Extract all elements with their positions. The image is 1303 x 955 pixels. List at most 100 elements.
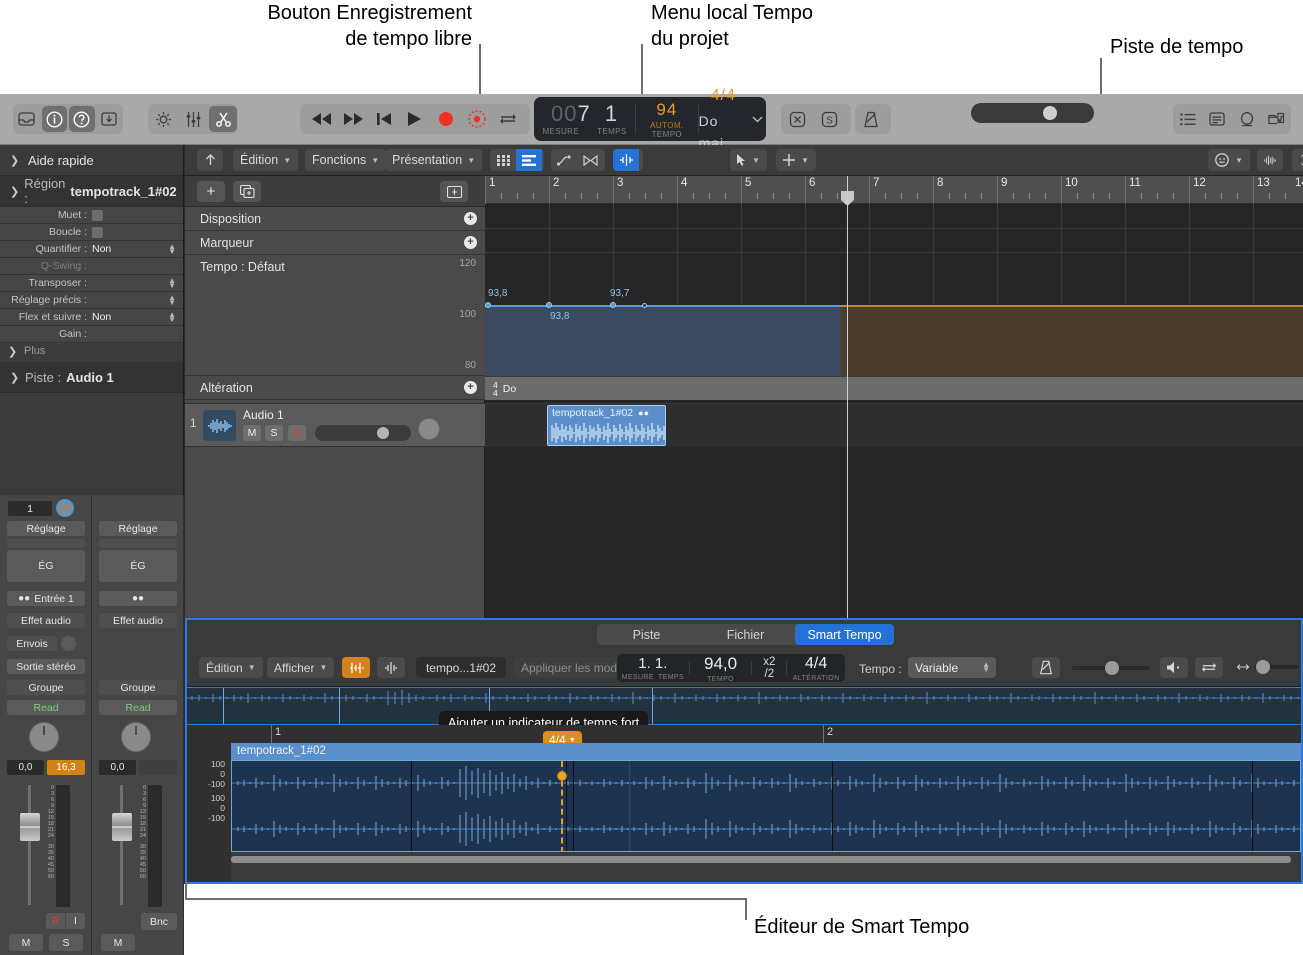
add-icon[interactable]: + [464, 212, 477, 225]
pan-value[interactable]: 16,3 [47, 760, 85, 775]
lcd-signature[interactable]: 4/4 ALTÉRATION [787, 654, 845, 682]
mute-checkbox[interactable] [92, 209, 103, 221]
grid-icon[interactable] [490, 149, 516, 171]
add-track-icon[interactable]: + [197, 181, 225, 202]
loop-checkbox[interactable] [92, 226, 103, 238]
input-monitor-button[interactable]: I [66, 913, 85, 929]
balance-value[interactable] [139, 760, 177, 775]
track-volume-handle[interactable] [377, 427, 389, 439]
mixer-icon[interactable] [179, 106, 207, 132]
param-row-flex-suivre[interactable]: Flex et suivre : Non ▲ ▼ [0, 309, 183, 326]
catch-playhead-icon[interactable]: ▼ [1208, 149, 1250, 171]
stepper-icon[interactable]: ▲ ▼ [168, 243, 176, 256]
track-record-button[interactable]: R [288, 425, 306, 441]
tempo-node[interactable] [546, 302, 552, 308]
play-icon[interactable] [400, 106, 429, 132]
editors-icon[interactable] [209, 106, 237, 132]
beat-marker[interactable] [629, 761, 630, 851]
tempo-track-area[interactable]: 93,8 93,8 93,7 [485, 252, 1303, 376]
menu-presentation[interactable]: Présentation ▼ [385, 149, 483, 171]
param-row-muet[interactable]: Muet : [0, 207, 183, 224]
cycle-icon[interactable] [494, 106, 523, 132]
menu-edition[interactable]: Édition ▼ [233, 149, 299, 171]
beat-marker[interactable] [411, 761, 412, 851]
global-track-disposition[interactable]: Disposition + [185, 207, 485, 231]
multiplier-up[interactable]: x2 [763, 656, 775, 668]
setting-button[interactable]: Réglage [99, 521, 177, 536]
vertical-zoom-icon[interactable] [1292, 149, 1303, 171]
audio-fx-button[interactable]: Effet audio [99, 613, 177, 628]
info-icon[interactable] [41, 106, 67, 132]
editor-zoom-track[interactable] [1254, 660, 1299, 674]
downbeat-handle[interactable] [557, 771, 567, 781]
editor-waveform-area[interactable]: 100 0 -100 100 0 -100 tempotrack_1#02 [187, 725, 1301, 882]
param-row-quantifier[interactable]: Quantifier : Non ▲ ▼ [0, 241, 183, 258]
balance-knob[interactable] [121, 722, 151, 752]
track-mute-button[interactable]: M [243, 425, 261, 441]
time-signature-display[interactable]: 4 4 Do [485, 380, 516, 397]
record-icon[interactable] [432, 106, 461, 132]
group-button[interactable]: Groupe [7, 680, 85, 695]
stepper-icon[interactable]: ▲ ▼ [168, 294, 176, 307]
lcd-position[interactable]: 1. 1. MESURE TEMPS [617, 654, 689, 682]
beat-marker[interactable] [1252, 761, 1253, 851]
tempo-node[interactable] [610, 302, 616, 308]
insert-slot-empty[interactable] [99, 539, 177, 548]
add-icon[interactable]: + [464, 381, 477, 394]
beat-detection-icon[interactable] [342, 657, 370, 678]
lcd-display[interactable]: 007 1 MESURE TEMPS 94 AUTOM. TEMPO 4/4 D… [534, 87, 766, 151]
group-button[interactable]: Groupe [99, 680, 177, 695]
global-track-alteration[interactable]: Altération + [185, 376, 485, 400]
beat-marker[interactable] [573, 761, 574, 851]
tab-fichier[interactable]: Fichier [696, 624, 795, 645]
input-button[interactable]: ●● [99, 591, 177, 606]
pan-knob[interactable] [29, 722, 59, 752]
input-button[interactable]: ●● Entrée 1 [7, 591, 85, 606]
master-volume-track[interactable] [971, 103, 1094, 123]
master-volume-handle[interactable] [1043, 106, 1057, 120]
stepper-icon[interactable]: ▲ ▼ [168, 311, 176, 324]
automation-mode-button[interactable]: Read [99, 700, 177, 715]
browsers-icon[interactable] [1263, 106, 1291, 132]
solo-button[interactable]: S [49, 934, 83, 951]
region-header[interactable]: ❯ Région : tempotrack_1#02 [0, 176, 183, 207]
menu-edition[interactable]: Édition ▼ [199, 657, 263, 678]
audio-track-lane[interactable]: tempotrack_1#02 ●● [485, 403, 1303, 447]
fade-icon[interactable] [577, 149, 603, 171]
click-volume-handle[interactable] [1105, 661, 1119, 675]
pan-knob-small[interactable] [56, 499, 74, 517]
insert-slot-empty[interactable] [7, 539, 85, 548]
metronome-icon[interactable] [856, 106, 886, 132]
cycle-icon[interactable] [1195, 657, 1223, 678]
waveform-overview[interactable] [187, 687, 1301, 725]
speaker-icon[interactable] [1160, 657, 1188, 678]
record-enable-button[interactable]: R [46, 913, 65, 929]
apply-changes-button[interactable]: Appliquer les mod [514, 657, 625, 678]
flex-icon[interactable] [551, 149, 577, 171]
global-track-tempo[interactable]: Tempo : Défaut [185, 255, 485, 376]
lcd-signature[interactable]: 4/4 Do maj [699, 87, 749, 151]
signature-lane[interactable]: 4 4 Do [485, 376, 1303, 400]
add-icon[interactable]: + [464, 236, 477, 249]
menu-afficher[interactable]: Afficher ▼ [267, 657, 335, 678]
count-in-icon[interactable] [782, 106, 812, 132]
stepper-icon[interactable]: ▲ ▼ [168, 277, 176, 290]
track-solo-button[interactable]: S [265, 425, 283, 441]
tempo-node-hollow[interactable] [642, 303, 647, 308]
beat-marker[interactable] [832, 761, 833, 851]
track-name-label[interactable]: Audio 1 [243, 408, 284, 422]
loop-browser-icon[interactable] [1233, 106, 1261, 132]
download-icon[interactable] [97, 106, 123, 132]
duplicate-track-icon[interactable] [233, 181, 261, 202]
editor-zoom-slider[interactable] [1237, 660, 1299, 674]
list-icon[interactable] [516, 149, 542, 171]
more-parameters-row[interactable]: ❯ Plus [0, 343, 183, 359]
smart-tempo-lcd[interactable]: 1. 1. MESURE TEMPS 94,0 TEMPO x2 /2 4/4 … [617, 654, 845, 683]
eq-display[interactable]: ÉG [7, 550, 85, 582]
tab-smart-tempo[interactable]: Smart Tempo [795, 624, 894, 645]
rewind-icon[interactable] [307, 106, 336, 132]
audio-fx-button[interactable]: Effet audio [7, 613, 85, 628]
lcd-tempo[interactable]: 94 AUTOM. TEMPO [636, 97, 697, 141]
mute-button[interactable]: M [101, 934, 135, 951]
help-icon[interactable] [69, 106, 95, 132]
